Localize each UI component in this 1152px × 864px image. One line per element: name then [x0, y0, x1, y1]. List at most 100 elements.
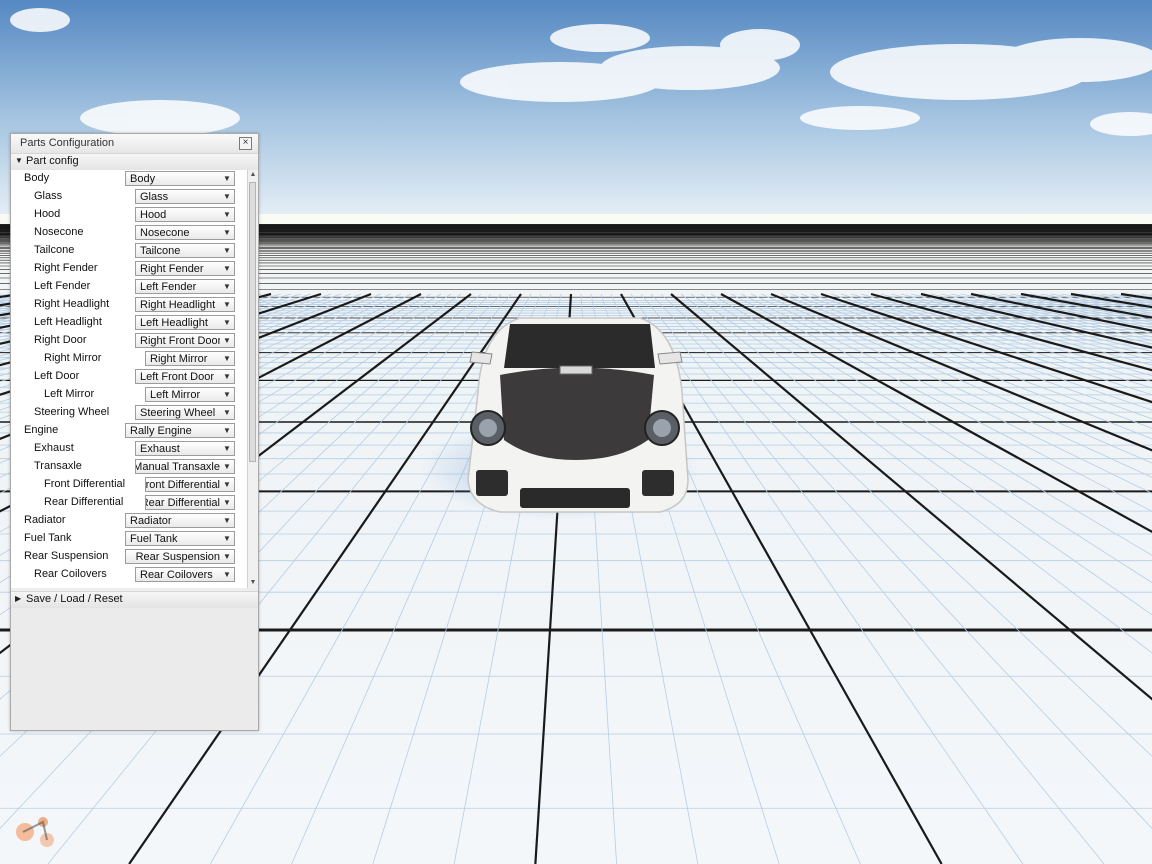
- chevron-down-icon[interactable]: ▼: [222, 424, 232, 437]
- parts-list: Body Body ▼ Glass Glass ▼ Hood Hood ▼ Nosecone Nos…: [11, 170, 247, 588]
- part-select-value: Nosecone: [140, 227, 190, 239]
- part-label: Rear Coilovers: [34, 568, 107, 580]
- part-select[interactable]: Hood ▼: [135, 207, 235, 222]
- part-label: Radiator: [24, 514, 66, 526]
- chevron-down-icon[interactable]: ▼: [222, 208, 232, 221]
- chevron-down-icon[interactable]: ▼: [222, 298, 232, 311]
- chevron-down-icon[interactable]: ▼: [222, 478, 232, 491]
- part-select[interactable]: Front Differential ▼: [145, 477, 235, 492]
- part-row: Rear Suspension Rear Suspension ▼: [11, 548, 247, 566]
- part-select[interactable]: Steering Wheel ▼: [135, 405, 235, 420]
- part-label: Engine: [24, 424, 59, 436]
- part-row: Right Door Right Front Door ▼: [11, 332, 247, 350]
- part-select[interactable]: Right Fender ▼: [135, 261, 235, 276]
- part-label: Body: [24, 172, 50, 184]
- chevron-down-icon[interactable]: ▼: [222, 370, 232, 383]
- part-select[interactable]: Right Mirror ▼: [145, 351, 235, 366]
- part-select[interactable]: Manual Transaxle ▼: [135, 459, 235, 474]
- chevron-down-icon[interactable]: ▼: [222, 316, 232, 329]
- save-load-reset-content: [11, 608, 258, 730]
- part-select[interactable]: Left Fender ▼: [135, 279, 235, 294]
- chevron-down-icon[interactable]: ▼: [222, 262, 232, 275]
- part-select[interactable]: Left Headlight ▼: [135, 315, 235, 330]
- part-label: Front Differential: [44, 478, 126, 490]
- part-select-value: Steering Wheel: [140, 407, 216, 419]
- triangle-right-icon: ▶: [15, 594, 22, 603]
- scroll-down-icon[interactable]: ▼: [248, 578, 258, 588]
- chevron-down-icon[interactable]: ▼: [222, 496, 232, 509]
- chevron-down-icon[interactable]: ▼: [222, 406, 232, 419]
- part-row: Transaxle Manual Transaxle ▼: [11, 458, 247, 476]
- chevron-down-icon[interactable]: ▼: [222, 190, 232, 203]
- part-label: Left Headlight: [34, 316, 102, 328]
- part-row: Glass Glass ▼: [11, 188, 247, 206]
- window-titlebar[interactable]: Parts Configuration ×: [11, 134, 258, 154]
- chevron-down-icon[interactable]: ▼: [222, 460, 232, 473]
- chevron-down-icon[interactable]: ▼: [222, 388, 232, 401]
- scrollbar-thumb[interactable]: [249, 182, 256, 462]
- part-select-value: Fuel Tank: [130, 533, 178, 545]
- part-select[interactable]: Glass ▼: [135, 189, 235, 204]
- part-select[interactable]: Rear Coilovers ▼: [135, 567, 235, 582]
- part-row: Right Headlight Right Headlight ▼: [11, 296, 247, 314]
- part-select[interactable]: Rear Differential ▼: [145, 495, 235, 510]
- part-row: Tailcone Tailcone ▼: [11, 242, 247, 260]
- part-label: Right Fender: [34, 262, 98, 274]
- part-select[interactable]: Fuel Tank ▼: [125, 531, 235, 546]
- parts-configuration-window[interactable]: Parts Configuration × ▼ Part config Body…: [10, 133, 259, 731]
- chevron-down-icon[interactable]: ▼: [222, 334, 232, 347]
- car[interactable]: [467, 317, 689, 513]
- chevron-down-icon[interactable]: ▼: [222, 244, 232, 257]
- part-select[interactable]: Nosecone ▼: [135, 225, 235, 240]
- chevron-down-icon[interactable]: ▼: [222, 352, 232, 365]
- chevron-down-icon[interactable]: ▼: [222, 172, 232, 185]
- app-logo-icon: [16, 817, 54, 847]
- save-load-reset-label: Save / Load / Reset: [26, 593, 123, 605]
- part-select-value: Right Fender: [140, 263, 204, 275]
- chevron-down-icon[interactable]: ▼: [222, 532, 232, 545]
- part-config-label: Part config: [26, 155, 79, 167]
- part-row: Exhaust Exhaust ▼: [11, 440, 247, 458]
- part-label: Left Mirror: [44, 388, 95, 400]
- part-select[interactable]: Right Front Door ▼: [135, 333, 235, 348]
- chevron-down-icon[interactable]: ▼: [222, 442, 232, 455]
- parts-list-scrollbar[interactable]: ▲ ▼: [247, 170, 258, 588]
- chevron-down-icon[interactable]: ▼: [222, 280, 232, 293]
- part-row: Nosecone Nosecone ▼: [11, 224, 247, 242]
- part-select[interactable]: Left Mirror ▼: [145, 387, 235, 402]
- part-row: Rear Differential Rear Differential ▼: [11, 494, 247, 512]
- chevron-down-icon[interactable]: ▼: [222, 550, 232, 563]
- part-select[interactable]: Radiator ▼: [125, 513, 235, 528]
- triangle-down-icon: ▼: [15, 156, 23, 165]
- part-row: Front Differential Front Differential ▼: [11, 476, 247, 494]
- chevron-down-icon[interactable]: ▼: [222, 514, 232, 527]
- part-row: Left Headlight Left Headlight ▼: [11, 314, 247, 332]
- part-select[interactable]: Exhaust ▼: [135, 441, 235, 456]
- part-select-value: Rear Coilovers: [140, 569, 213, 581]
- part-select-value: Right Front Door: [140, 335, 220, 347]
- part-select-value: Radiator: [130, 515, 172, 527]
- part-select[interactable]: Tailcone ▼: [135, 243, 235, 258]
- part-label: Hood: [34, 208, 61, 220]
- save-load-reset-header[interactable]: ▶ Save / Load / Reset: [11, 591, 258, 609]
- part-select-value: Front Differential: [145, 479, 220, 491]
- chevron-down-icon[interactable]: ▼: [222, 226, 232, 239]
- part-label: Right Door: [34, 334, 87, 346]
- part-select[interactable]: Rear Suspension ▼: [125, 549, 235, 564]
- part-label: Fuel Tank: [24, 532, 72, 544]
- chevron-down-icon[interactable]: ▼: [222, 568, 232, 581]
- part-label: Transaxle: [34, 460, 82, 472]
- scroll-up-icon[interactable]: ▲: [248, 170, 258, 180]
- part-select[interactable]: Left Front Door ▼: [135, 369, 235, 384]
- part-select[interactable]: Rally Engine ▼: [125, 423, 235, 438]
- part-select-value: Left Mirror: [150, 389, 201, 401]
- close-icon[interactable]: ×: [239, 137, 252, 150]
- part-select[interactable]: Right Headlight ▼: [135, 297, 235, 312]
- part-row: Left Fender Left Fender ▼: [11, 278, 247, 296]
- part-label: Right Headlight: [34, 298, 110, 310]
- part-select[interactable]: Body ▼: [125, 171, 235, 186]
- part-config-header[interactable]: ▼ Part config: [11, 153, 258, 171]
- part-row: Engine Rally Engine ▼: [11, 422, 247, 440]
- part-row: Right Fender Right Fender ▼: [11, 260, 247, 278]
- part-select-value: Body: [130, 173, 156, 185]
